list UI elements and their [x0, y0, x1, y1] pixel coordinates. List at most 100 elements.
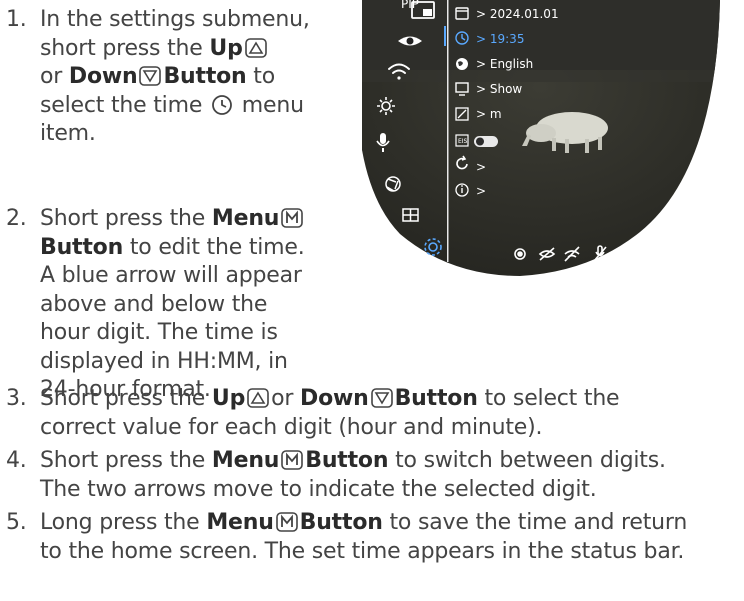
time-value[interactable]: > 19:35 [476, 32, 524, 46]
instruction-step: 3. Short press the Up or Down Button to sel… [6, 385, 620, 443]
eis-icon: EIS [455, 134, 469, 147]
wifi-icon[interactable] [388, 63, 410, 80]
info-value[interactable]: > [476, 184, 486, 198]
step-text: select the time [40, 92, 209, 118]
instruction-step: 1. In the settings submenu, short press th… [6, 6, 310, 149]
grid-icon[interactable] [402, 208, 419, 222]
down-triangle-button-icon [370, 388, 393, 408]
info-icon [455, 183, 469, 197]
button-name: Menu [211, 448, 280, 473]
step-text: short press the [40, 35, 210, 61]
step-number: 3. [6, 386, 27, 411]
step-line: to the home screen. The set time appears… [40, 538, 687, 567]
step-text: Short press the [40, 206, 212, 231]
step-text: Short press the [40, 386, 212, 411]
status-aperture-icon [514, 248, 526, 260]
step-text: or [271, 386, 301, 411]
eye-icon[interactable] [398, 36, 422, 46]
button-name: Up [209, 35, 243, 61]
calendar-icon [455, 7, 469, 20]
button-name: Button [299, 510, 383, 535]
button-name: Menu [211, 206, 280, 231]
down-triangle-button-icon [139, 66, 162, 86]
date-value[interactable]: > 2024.01.01 [476, 7, 559, 21]
step-line: item. [40, 120, 310, 149]
step-line: hour digit. The time is [40, 319, 305, 348]
button-name: Down [68, 64, 138, 89]
button-name: Down [300, 386, 369, 411]
settings-gear-icon[interactable] [424, 238, 442, 256]
step-text: to edit the time. [123, 234, 305, 260]
step-line: In the settings submenu, [40, 6, 310, 35]
step-line: correct value for each digit (hour and m… [40, 414, 619, 443]
step-text: to select the [477, 386, 620, 411]
step-line: Long press the Menu Button to save the ti… [40, 509, 687, 538]
step-text: to save the time and return [382, 510, 688, 535]
step-number: 5. [6, 510, 27, 535]
step-text: or [40, 64, 69, 89]
display-icon [455, 82, 469, 96]
step-text: Short press the [40, 448, 212, 473]
step-line: Short press the Menu Button to switch bet… [40, 447, 666, 476]
step-text: item. [40, 121, 96, 146]
up-triangle-button-icon [244, 37, 267, 58]
button-name: Button [163, 64, 247, 89]
globe-icon [456, 58, 468, 70]
instruction-step: 5. Long press the Menu Button to save the … [6, 509, 687, 566]
reset-icon [456, 155, 468, 170]
clock-icon [212, 94, 232, 115]
step-line: or Down Button to [40, 63, 310, 92]
brightness-icon[interactable] [377, 97, 395, 115]
button-name: Up [211, 386, 246, 411]
step-text: displayed in HH:MM, in [40, 348, 288, 374]
button-name: Menu [206, 510, 274, 535]
status-mic-off-icon [593, 245, 607, 262]
step-text: to the home screen. The set time appears… [40, 538, 685, 564]
step-line: above and below the [40, 291, 305, 320]
pip-label: PIP [401, 0, 419, 11]
instruction-step: 2. Short press the Menu Button to edit the… [6, 205, 305, 405]
m-button-icon [281, 450, 304, 470]
pip-icon[interactable]: PIP [401, 0, 435, 19]
aperture-icon[interactable] [385, 176, 401, 192]
svg-text:EIS: EIS [458, 138, 468, 145]
instruction-step: 4. Short press the Menu Button to switch b… [6, 447, 666, 504]
step-text: above and below the [40, 291, 268, 317]
step-text: to switch between digits. [388, 448, 666, 473]
step-text: A blue arrow will appear [40, 263, 302, 288]
step-number: 2. [6, 206, 27, 231]
step-text: hour digit. The time is [40, 320, 278, 345]
step-text: to [246, 64, 275, 89]
button-name: Button [40, 234, 124, 260]
ruler-icon [455, 107, 469, 121]
button-name: Button [305, 448, 389, 473]
step-line: Button to edit the time. [40, 234, 305, 263]
language-value[interactable]: > English [476, 57, 533, 71]
animal-thermal-image [522, 112, 608, 153]
step-number: 1. [6, 7, 27, 32]
status-wifi-off-icon [564, 246, 580, 262]
m-button-icon [275, 512, 298, 532]
step-line: A blue arrow will appear [40, 262, 305, 291]
display-value[interactable]: > Show [476, 82, 522, 96]
step-line: The two arrows move to indicate the sele… [40, 476, 666, 505]
step-text: The two arrows move to indicate the sele… [40, 476, 597, 502]
step-text: correct value for each digit (hour and m… [40, 414, 543, 440]
step-line: displayed in HH:MM, in [40, 348, 305, 377]
step-line: Short press the Up or Down Button to selec… [40, 385, 620, 414]
up-triangle-button-icon [247, 388, 269, 408]
step-text: menu [234, 92, 304, 118]
eis-toggle[interactable] [474, 136, 498, 147]
step-line: short press the Up [40, 35, 310, 64]
m-button-icon [281, 208, 304, 228]
microphone-icon[interactable] [376, 133, 390, 152]
clock-icon [455, 31, 469, 45]
step-line: Short press the Menu [40, 205, 305, 234]
reset-value[interactable]: > [476, 160, 486, 174]
status-eye-off-icon [538, 247, 556, 261]
units-value[interactable]: > m [476, 107, 502, 121]
step-line: select the time menu [40, 92, 310, 121]
step-text: Long press the [40, 510, 207, 535]
step-text: In the settings submenu, [40, 7, 310, 32]
button-name: Button [394, 386, 478, 411]
